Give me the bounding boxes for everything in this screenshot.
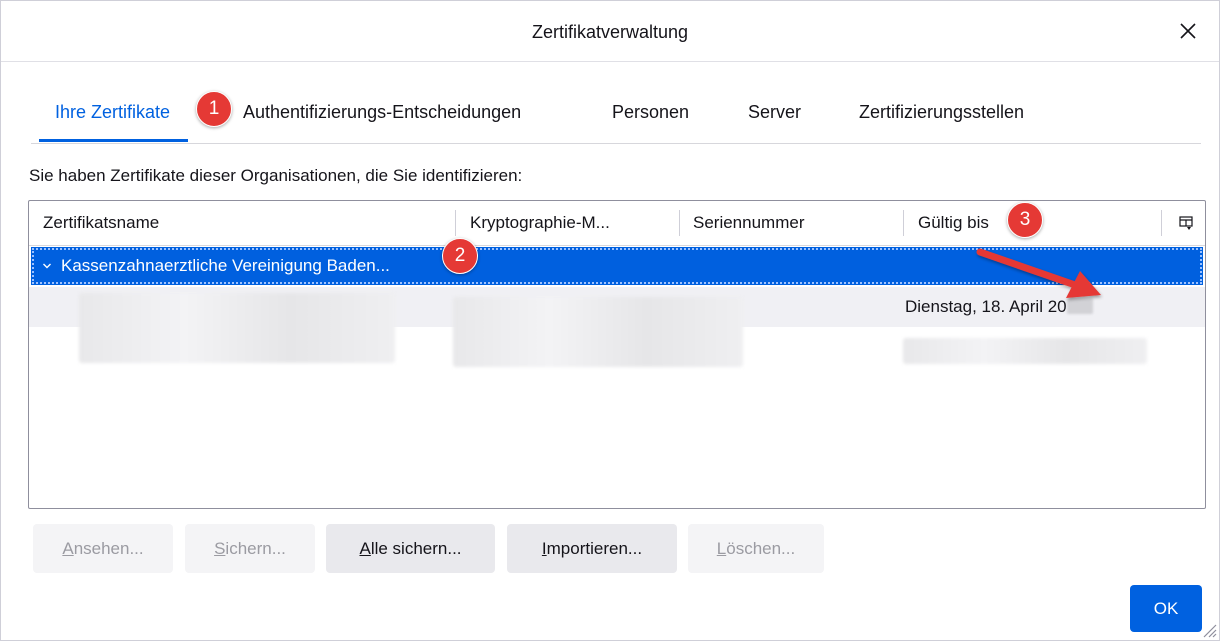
- certificate-manager-dialog: Zertifikatverwaltung Ihre Zertifikate Au…: [0, 0, 1220, 641]
- column-picker-icon[interactable]: [1179, 215, 1193, 231]
- intro-text: Sie haben Zertifikate dieser Organisatio…: [29, 166, 523, 185]
- column-header-seriennummer[interactable]: Seriennummer: [693, 201, 805, 245]
- annotation-badge-1: 1: [196, 91, 232, 127]
- chevron-down-icon[interactable]: [42, 247, 52, 285]
- title-bar: Zertifikatverwaltung: [1, 1, 1219, 62]
- tab-personen[interactable]: Personen: [612, 91, 689, 137]
- column-separator[interactable]: [903, 210, 904, 236]
- annotation-badge-2: 2: [442, 238, 478, 274]
- delete-button[interactable]: Löschen...: [688, 524, 824, 573]
- backup-all-button[interactable]: Alle sichern...: [326, 524, 495, 573]
- redacted-name: [79, 293, 395, 363]
- close-button[interactable]: [1175, 18, 1201, 44]
- import-button[interactable]: Importieren...: [507, 524, 677, 573]
- annotation-arrow-icon: [976, 248, 1101, 298]
- redacted-serial: [903, 338, 1147, 364]
- column-header-zertifikatsname[interactable]: Zertifikatsname: [43, 201, 159, 245]
- dialog-title: Zertifikatverwaltung: [531, 22, 689, 42]
- tab-zertifizierungsstellen[interactable]: Zertifizierungsstellen: [859, 91, 1024, 137]
- column-separator[interactable]: [1161, 210, 1162, 236]
- column-separator[interactable]: [455, 210, 456, 236]
- view-button[interactable]: Ansehen...: [33, 524, 173, 573]
- column-separator[interactable]: [679, 210, 680, 236]
- tab-authentifizierungs-entscheidungen[interactable]: Authentifizierungs-Entscheidungen: [243, 91, 521, 137]
- close-icon: [1180, 23, 1196, 39]
- tab-ihre-zertifikate[interactable]: Ihre Zertifikate: [38, 91, 189, 142]
- tree-group-label: Kassenzahnaerztliche Vereinigung Baden..…: [61, 256, 390, 275]
- redacted-crypto: [453, 297, 743, 367]
- column-header-kryptographie[interactable]: Kryptographie-M...: [470, 201, 610, 245]
- annotation-badge-3: 3: [1007, 202, 1043, 238]
- resize-grip-icon[interactable]: [1199, 620, 1217, 638]
- ok-button[interactable]: OK: [1130, 585, 1202, 632]
- backup-button[interactable]: Sichern...: [185, 524, 315, 573]
- tab-server[interactable]: Server: [748, 91, 801, 137]
- column-header-gueltig-bis[interactable]: Gültig bis: [918, 201, 989, 245]
